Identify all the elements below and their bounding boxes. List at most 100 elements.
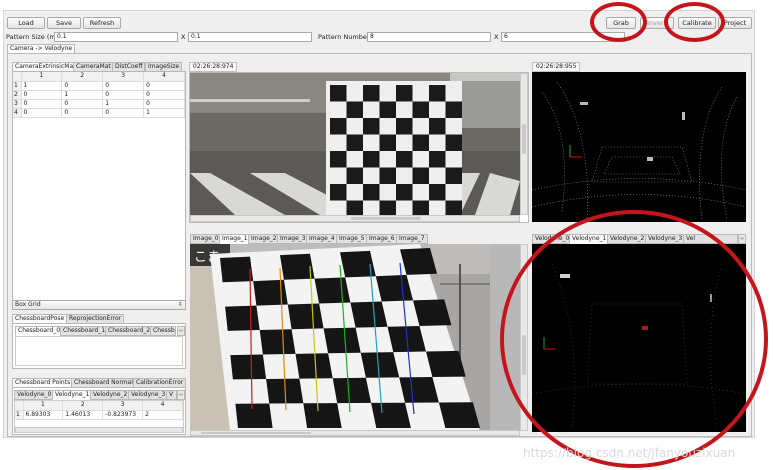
matrix-col-header: 4 [143,72,185,82]
tab-velodyne-3[interactable]: Velodyne_3 [128,390,169,400]
matrix-cell[interactable]: 0 [143,99,185,109]
velodyne-highlight-ring [500,210,768,468]
matrix-cell[interactable]: 0 [61,108,104,118]
checker-square [259,329,296,355]
checker-square [379,134,396,151]
points-cell[interactable]: 1.46013 [62,410,104,420]
points-hscrollbar[interactable] [15,427,183,432]
camera-vscrollbar[interactable] [520,73,528,215]
points-col-header: 1 [23,401,64,411]
matrix-cell[interactable]: 1 [143,108,185,118]
points-cell[interactable]: 2 [142,410,183,420]
checker-square [330,151,347,168]
tab-velodyne-4[interactable]: V [166,390,177,400]
table-row: 4 0 0 0 1 [13,108,185,118]
points-cell[interactable]: 6.89303 [23,410,64,420]
points-table: 1 2 3 4 1 6.89303 1.46013 -0.823973 2 [15,401,183,420]
tab-image-2[interactable]: Image_2 [248,234,280,244]
pattern-number-label: Pattern Number [318,33,370,41]
table-row: 2 0 1 0 0 [13,90,185,100]
refresh-button[interactable]: Refresh [83,17,121,29]
tab-image-5[interactable]: Image_5 [336,234,368,244]
checker-square [295,353,333,379]
table-row: 3 0 0 1 0 [13,99,185,109]
tab-image-7[interactable]: Image_7 [396,234,428,244]
tab-image-3[interactable]: Image_3 [277,234,309,244]
grab-highlight-ring [590,2,647,42]
matrix-cell[interactable]: 1 [61,90,104,100]
points-table-container: 1 2 3 4 1 6.89303 1.46013 -0.823973 2 [14,400,184,433]
matrix-col-header: 1 [21,72,63,82]
scroll-thumb[interactable] [201,432,311,434]
checker-square [330,184,347,201]
matrix-cell[interactable]: 0 [61,99,104,109]
camera-image [190,73,520,215]
save-button[interactable]: Save [47,17,81,29]
matrix-cell[interactable]: 1 [102,99,145,109]
chessboard-hscrollbar[interactable] [190,430,520,436]
scroll-thumb[interactable] [522,124,526,154]
matrix-col-header: 3 [102,72,145,82]
matrix-cell[interactable]: 0 [21,108,63,118]
tab-scroll-arrows-icon[interactable]: ‹› [177,390,185,400]
tab-image-1[interactable]: Image_1 [219,234,251,244]
checker-square [330,118,347,135]
chevron-updown-icon: ⇳ [177,301,183,308]
checker-square [396,151,413,168]
checker-square [323,327,361,354]
scroll-thumb[interactable] [351,217,421,220]
tab-chessboard-1[interactable]: Chessboard_1 [60,326,109,336]
matrix-cell[interactable]: 0 [21,90,63,100]
tab-chessboard-0[interactable]: Chessboard_0 [15,326,64,336]
tab-velodyne-2[interactable]: Velodyne_2 [90,390,131,400]
pattern-size-height-input[interactable]: 0.1 [188,32,312,42]
matrix-cell[interactable]: 0 [61,81,104,91]
load-button[interactable]: Load [7,17,45,29]
camera-timestamp: 02:26:28:974 [189,62,238,72]
points-col-header: 2 [62,401,104,411]
box-grid-select[interactable]: Box Grid ⇳ [12,300,186,310]
matrix-cell[interactable]: 0 [21,99,63,109]
checker-square [363,151,380,168]
checker-square [287,303,324,330]
checker-square [445,200,462,215]
checker-square [363,184,380,201]
calibrate-highlight-ring [664,2,725,42]
checker-square [230,354,267,380]
checker-square [346,200,363,215]
velodyne-top-view [532,72,746,222]
row-header: 2 [13,90,22,100]
tab-scroll-arrows-icon[interactable]: ‹› [177,326,185,336]
tab-velodyne-1[interactable]: Velodyne_1 [52,390,93,400]
tab-image-0[interactable]: Image_0 [190,234,222,244]
checker-square [445,167,462,184]
velodyne-timestamp: 02:26:28:955 [532,62,581,72]
matrix-cell[interactable]: 0 [102,108,145,118]
matrix-cell[interactable]: 0 [143,90,185,100]
matrix-cell[interactable]: 0 [143,81,185,91]
matrix-cell[interactable]: 0 [102,81,145,91]
tab-image-6[interactable]: Image_6 [366,234,398,244]
camera-hscrollbar[interactable] [190,215,520,222]
checker-square [412,134,429,151]
tab-scroll-arrows-icon[interactable]: ‹› [738,234,746,244]
checker-square [412,200,429,215]
table-row: 1 6.89303 1.46013 -0.823973 2 [15,410,183,420]
checker-square [363,118,380,135]
pattern-size-label: Pattern Size (m) [6,33,59,41]
pattern-size-width-input[interactable]: 0.1 [54,32,178,42]
box-grid-value: Box Grid [15,301,41,308]
tab-chessboard-3[interactable]: Chessbo [150,326,176,336]
points-cell[interactable]: -0.823973 [102,410,144,420]
tab-image-4[interactable]: Image_4 [306,234,338,244]
points-col-header: 4 [142,401,183,411]
tab-velodyne-0[interactable]: Velodyne_0 [14,390,55,400]
checker-square [280,253,315,280]
checker-square [235,403,273,428]
pattern-number-cols-input[interactable]: 8 [367,32,491,42]
tab-chessboard-2[interactable]: Chessboard_2 [105,326,154,336]
camera-image-svg [190,73,520,215]
checker-square [412,101,429,118]
matrix-cell[interactable]: 1 [21,81,63,91]
matrix-cell[interactable]: 0 [102,90,145,100]
